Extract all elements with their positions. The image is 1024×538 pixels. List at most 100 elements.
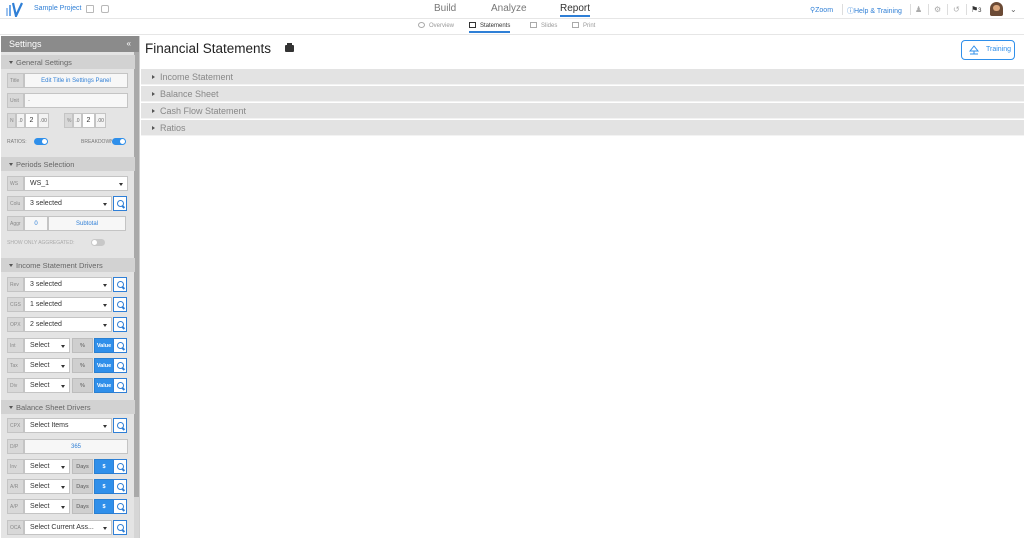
value-button[interactable]: Value bbox=[94, 358, 114, 373]
aggregation-field[interactable]: 0 bbox=[24, 216, 48, 231]
days-button[interactable]: Days bbox=[72, 479, 93, 494]
capex-select[interactable]: Select Items bbox=[24, 418, 112, 433]
collapse-sidebar-button[interactable]: « bbox=[127, 39, 131, 48]
currency-button[interactable]: $ bbox=[94, 499, 114, 514]
show-only-aggregated-label: SHOW ONLY AGGREGATED: bbox=[7, 240, 75, 246]
accordion-ratios[interactable]: Ratios bbox=[141, 120, 1024, 136]
tab-print[interactable]: Print bbox=[572, 22, 595, 29]
number-increase-button[interactable]: .00 bbox=[38, 113, 49, 128]
interest-select[interactable]: Select bbox=[24, 338, 70, 353]
value-button[interactable]: Value bbox=[94, 378, 114, 393]
help-training-button[interactable]: ⓘHelp & Training bbox=[847, 6, 902, 16]
gear-icon[interactable]: ⚙ bbox=[934, 5, 941, 14]
section-income-drivers[interactable]: Income Statement Drivers bbox=[1, 258, 135, 272]
revenue-search-button[interactable] bbox=[113, 277, 127, 292]
worksheet-select[interactable]: WS_1 bbox=[24, 176, 128, 191]
training-label: Training bbox=[986, 46, 1012, 53]
cgs-select[interactable]: 1 selected bbox=[24, 297, 112, 312]
accordion-cash-flow-statement[interactable]: Cash Flow Statement bbox=[141, 103, 1024, 119]
select-value: Select Current Ass... bbox=[30, 524, 94, 531]
tax-search-button[interactable] bbox=[113, 358, 127, 373]
percent-button[interactable]: % bbox=[72, 358, 93, 373]
payables-search-button[interactable] bbox=[113, 499, 127, 514]
zoom-button[interactable]: ⚲Zoom bbox=[810, 6, 833, 14]
tab-statements[interactable]: Statements bbox=[469, 22, 511, 33]
subtotal-field[interactable]: Subtotal bbox=[48, 216, 126, 231]
percent-button[interactable]: % bbox=[72, 378, 93, 393]
ratios-toggle[interactable] bbox=[34, 138, 48, 145]
opx-select[interactable]: 2 selected bbox=[24, 317, 112, 332]
clipboard-icon bbox=[469, 22, 476, 28]
section-periods-selection[interactable]: Periods Selection bbox=[1, 157, 135, 171]
project-name-link[interactable]: Sample Project bbox=[34, 5, 81, 12]
app-logo-icon[interactable] bbox=[5, 2, 23, 17]
number-decimals-field[interactable]: 2 bbox=[25, 113, 38, 128]
number-decrease-button[interactable]: .0 bbox=[16, 113, 25, 128]
caret-down-icon bbox=[119, 183, 123, 186]
user-settings-icon[interactable]: ♟ bbox=[915, 5, 922, 14]
opx-search-button[interactable] bbox=[113, 317, 127, 332]
title-field[interactable]: Edit Title in Settings Panel bbox=[24, 73, 128, 88]
training-button[interactable]: Training bbox=[961, 40, 1015, 60]
inventory-search-button[interactable] bbox=[113, 459, 127, 474]
breakdown-label: BREAKDOWN: bbox=[81, 139, 116, 145]
days-button[interactable]: Days bbox=[72, 499, 93, 514]
dividend-select[interactable]: Select bbox=[24, 378, 70, 393]
receivables-select[interactable]: Select bbox=[24, 479, 70, 494]
caret-right-icon bbox=[152, 109, 155, 113]
caret-down-icon bbox=[103, 203, 107, 206]
columns-select[interactable]: 3 selected bbox=[24, 196, 112, 211]
percent-button[interactable]: % bbox=[72, 338, 93, 353]
percent-decimals-field[interactable]: 2 bbox=[82, 113, 95, 128]
columns-search-button[interactable] bbox=[113, 196, 127, 211]
history-icon[interactable]: ↺ bbox=[953, 5, 960, 14]
payables-select[interactable]: Select bbox=[24, 499, 70, 514]
nav-report[interactable]: Report bbox=[560, 3, 591, 17]
tax-select[interactable]: Select bbox=[24, 358, 70, 373]
other-current-assets-select[interactable]: Select Current Ass... bbox=[24, 520, 112, 535]
nav-build[interactable]: Build bbox=[434, 3, 456, 14]
value-button[interactable]: Value bbox=[94, 338, 114, 353]
chevron-down-icon[interactable]: ⌄ bbox=[1010, 5, 1017, 14]
revenue-select[interactable]: 3 selected bbox=[24, 277, 112, 292]
file-icon[interactable] bbox=[101, 5, 109, 13]
accordion-income-statement[interactable]: Income Statement bbox=[141, 69, 1024, 85]
tab-overview[interactable]: Overview bbox=[418, 22, 454, 29]
currency-button[interactable]: $ bbox=[94, 459, 114, 474]
percent-increase-button[interactable]: .00 bbox=[95, 113, 106, 128]
breakdown-toggle[interactable] bbox=[112, 138, 126, 145]
receivables-search-button[interactable] bbox=[113, 479, 127, 494]
unit-field[interactable]: - bbox=[24, 93, 128, 108]
section-balance-drivers[interactable]: Balance Sheet Drivers bbox=[1, 400, 135, 414]
section-title: Periods Selection bbox=[16, 160, 75, 169]
caret-down-icon bbox=[103, 284, 107, 287]
caret-down-icon bbox=[9, 406, 13, 409]
scrollbar-thumb[interactable] bbox=[134, 52, 139, 497]
ratios-label: RATIOS: bbox=[7, 139, 27, 145]
select-value: 1 selected bbox=[30, 301, 62, 308]
days-per-period-field[interactable]: 365 bbox=[24, 439, 128, 454]
nav-analyze[interactable]: Analyze bbox=[491, 3, 527, 14]
select-value: Select bbox=[30, 503, 50, 510]
print-icon[interactable] bbox=[285, 43, 294, 52]
other-current-assets-search-button[interactable] bbox=[113, 520, 127, 535]
columns-tag: Colu bbox=[7, 196, 24, 211]
capex-search-button[interactable] bbox=[113, 418, 127, 433]
dividend-search-button[interactable] bbox=[113, 378, 127, 393]
tab-slides[interactable]: Slides bbox=[530, 22, 557, 29]
sidebar-header: Settings « bbox=[1, 36, 139, 52]
interest-search-button[interactable] bbox=[113, 338, 127, 353]
section-title: Income Statement Drivers bbox=[16, 261, 103, 270]
accordion-balance-sheet[interactable]: Balance Sheet bbox=[141, 86, 1024, 102]
currency-button[interactable]: $ bbox=[94, 479, 114, 494]
avatar[interactable] bbox=[990, 2, 1003, 16]
section-general-settings[interactable]: General Settings bbox=[1, 55, 135, 69]
notifications-button[interactable]: ⚑3 bbox=[971, 5, 982, 14]
inventory-select[interactable]: Select bbox=[24, 459, 70, 474]
show-only-aggregated-toggle[interactable] bbox=[91, 239, 105, 246]
days-button[interactable]: Days bbox=[72, 459, 93, 474]
cgs-search-button[interactable] bbox=[113, 297, 127, 312]
percent-decrease-button[interactable]: .0 bbox=[73, 113, 82, 128]
save-icon[interactable] bbox=[86, 5, 94, 13]
driver-tag: D/P bbox=[7, 439, 24, 454]
